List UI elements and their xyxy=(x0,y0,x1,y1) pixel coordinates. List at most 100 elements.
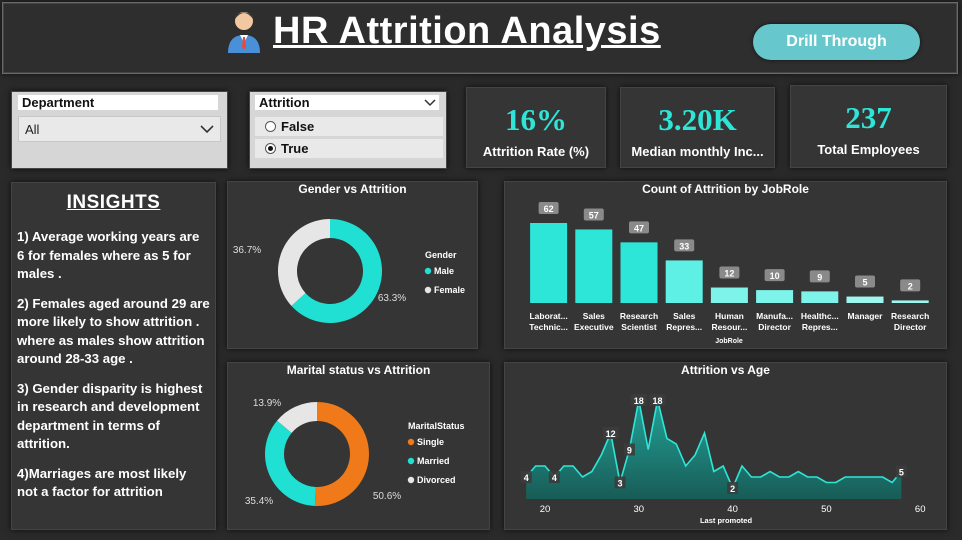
age-attrition-chart[interactable]: Attrition vs Age 4 4 12 3 9 18 18 2 5 20 30 40 50 60 L… xyxy=(504,362,947,530)
data-label: 5 xyxy=(862,278,867,288)
category-label: Executive xyxy=(574,322,614,332)
category-label: Director xyxy=(894,322,927,332)
legend-item: Married xyxy=(417,456,450,466)
jobrole-attrition-chart[interactable]: Count of Attrition by JobRole 62 Laborat.… xyxy=(504,181,947,349)
category-label: Sales xyxy=(583,311,605,321)
slice-value-label: 36.7% xyxy=(233,245,261,256)
header-bar: HR Attrition Analysis Drill Through xyxy=(2,2,958,74)
marital-attrition-chart[interactable]: Marital status vs Attrition 50.6% 35.4% 13… xyxy=(227,362,490,530)
category-label: Technic... xyxy=(529,322,568,332)
kpi-value: 16% xyxy=(505,102,567,137)
legend-item: Single xyxy=(417,437,444,447)
legend-marker xyxy=(407,457,415,465)
x-tick-label: 60 xyxy=(915,504,926,515)
attrition-option-false[interactable]: False xyxy=(255,117,443,136)
point-label: 9 xyxy=(627,446,632,456)
slice-value-label: 13.9% xyxy=(253,398,281,409)
category-label: Research xyxy=(620,311,658,321)
point-label: 5 xyxy=(899,468,904,478)
point-label: 18 xyxy=(634,396,644,406)
bar xyxy=(756,290,794,303)
title-group: HR Attrition Analysis xyxy=(225,9,661,53)
legend-marker xyxy=(424,286,432,294)
point-label: 3 xyxy=(618,479,623,489)
attrition-option-true[interactable]: True xyxy=(255,139,443,158)
slice-value-label: 50.6% xyxy=(373,491,401,502)
department-dropdown-value: All xyxy=(25,121,40,137)
kpi-attrition-rate: 16% Attrition Rate (%) xyxy=(466,87,606,168)
legend-marker xyxy=(424,267,432,275)
point-label: 4 xyxy=(552,473,557,483)
category-label: Laborat... xyxy=(529,311,567,321)
slice-value-label: 63.3% xyxy=(378,293,406,304)
category-label: Manufa... xyxy=(756,311,793,321)
legend-title: Gender xyxy=(425,250,457,260)
legend-marker xyxy=(407,438,415,446)
category-label: Manager xyxy=(848,311,884,321)
radio-true[interactable] xyxy=(265,143,276,154)
category-label: Repres... xyxy=(666,322,702,332)
point-label: 12 xyxy=(606,429,616,439)
category-label: Director xyxy=(758,322,791,332)
x-tick-label: 30 xyxy=(634,504,645,515)
legend-title: MaritalStatus xyxy=(408,421,465,431)
gender-attrition-chart[interactable]: Gender vs Attrition 63.3% 36.7% Gender Male… xyxy=(227,181,478,349)
attrition-option-label: True xyxy=(281,141,309,156)
category-label: Human xyxy=(715,311,744,321)
point-label: 18 xyxy=(653,396,663,406)
page-title: HR Attrition Analysis xyxy=(273,9,661,52)
marital-donut-svg: 50.6% 35.4% 13.9% MaritalStatus Single Marrie… xyxy=(245,398,465,507)
kpi-label: Attrition Rate (%) xyxy=(482,144,590,159)
insight-item: 1) Average working years are 6 for femal… xyxy=(17,229,200,281)
attrition-slicer-title[interactable]: Attrition xyxy=(255,95,439,110)
employee-icon xyxy=(228,12,260,53)
chevron-down-icon[interactable] xyxy=(424,99,436,107)
bar xyxy=(710,287,748,303)
insights-heading: INSIGHTS xyxy=(66,192,161,213)
category-label: Sales xyxy=(673,311,695,321)
kpi-label: Median monthly Inc... xyxy=(631,144,764,159)
insight-item: 3) Gender disparity is highest in resear… xyxy=(17,380,203,452)
radio-false[interactable] xyxy=(265,121,276,132)
category-label: Research xyxy=(891,311,929,321)
bar xyxy=(801,291,839,303)
department-slicer: Department All xyxy=(11,91,228,169)
data-label: 2 xyxy=(908,281,913,291)
point-label: 4 xyxy=(524,473,529,483)
category-label: Scientist xyxy=(621,322,657,332)
department-dropdown[interactable]: All xyxy=(18,116,221,142)
age-area-svg: 4 4 12 3 9 18 18 2 5 20 30 40 50 60 Last promoted xyxy=(520,394,926,525)
kpi-label: Total Employees xyxy=(817,142,920,157)
area-fill xyxy=(526,400,902,499)
jobrole-bar-svg: 62Laborat...Technic...57SalesExecutive47… xyxy=(529,202,929,345)
legend-item: Divorced xyxy=(417,475,456,485)
x-tick-label: 40 xyxy=(727,504,738,515)
data-label: 57 xyxy=(589,210,599,220)
bar xyxy=(530,223,568,303)
attrition-slicer: Attrition False True xyxy=(249,91,447,169)
attrition-option-label: False xyxy=(281,119,315,134)
bar xyxy=(575,229,613,303)
data-label: 12 xyxy=(724,269,734,279)
drill-through-button[interactable]: Drill Through xyxy=(753,24,920,60)
bar xyxy=(846,296,884,303)
insight-item: 2) Females aged around 29 are more likel… xyxy=(17,295,210,367)
kpi-total-employees: 237 Total Employees xyxy=(790,85,947,168)
bar xyxy=(665,260,703,303)
bar xyxy=(891,300,929,303)
x-axis-title: JobRole xyxy=(715,338,743,345)
chevron-down-icon xyxy=(200,125,214,134)
legend-item: Male xyxy=(434,266,454,276)
x-axis-title: Last promoted xyxy=(700,516,753,525)
category-label: Healthc... xyxy=(801,311,839,321)
kpi-value: 3.20K xyxy=(658,102,737,137)
donut-slice xyxy=(314,402,369,506)
donut-slice xyxy=(265,420,316,506)
data-label: 9 xyxy=(817,272,822,282)
data-label: 33 xyxy=(679,241,689,251)
data-label: 47 xyxy=(634,223,644,233)
point-label: 2 xyxy=(730,484,735,494)
legend-marker xyxy=(407,476,415,484)
category-label: Resour... xyxy=(711,322,747,332)
x-tick-label: 50 xyxy=(821,504,832,515)
